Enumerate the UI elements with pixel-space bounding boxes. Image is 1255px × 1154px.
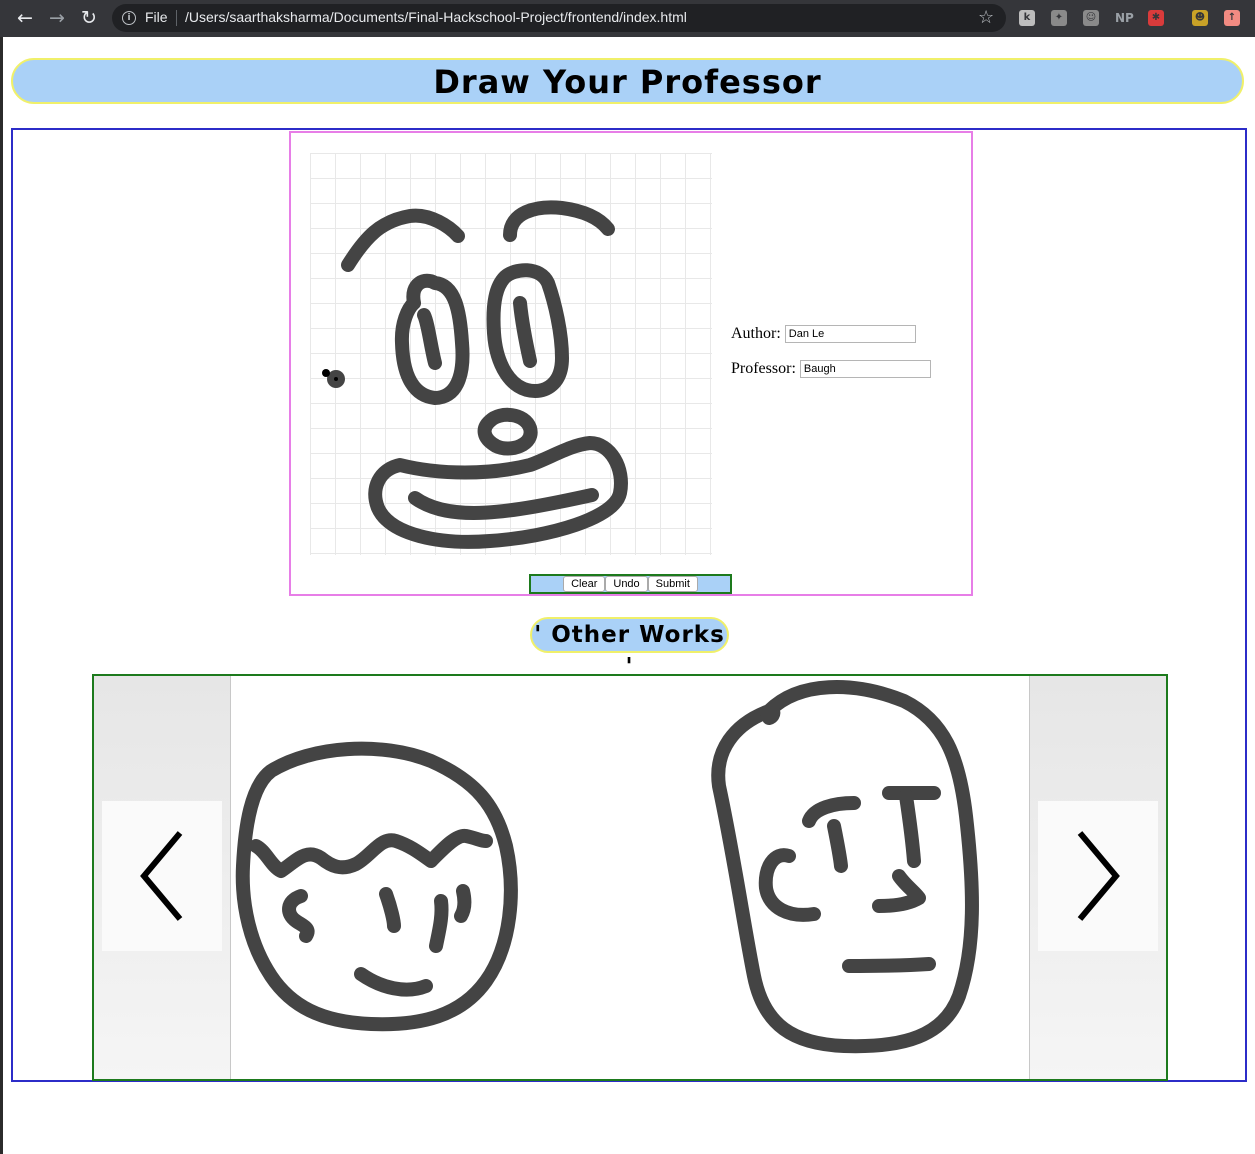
main-container: Author: Professor: ClearUndoSubmit ' Oth… — [11, 128, 1247, 1082]
chevron-right-button[interactable] — [1038, 801, 1158, 951]
ext-update-icon[interactable]: ↑ — [1224, 10, 1240, 26]
address-bar[interactable]: i File /Users/saarthaksharma/Documents/F… — [112, 4, 1006, 32]
canvas-drawing — [322, 200, 628, 549]
chevron-left-button[interactable] — [102, 801, 222, 951]
gallery-drawing-2 — [711, 680, 979, 1054]
ext-shield-icon[interactable]: ✱ — [1148, 10, 1164, 26]
page-header: Draw Your Professor — [11, 58, 1244, 104]
window-edge — [0, 37, 3, 1154]
chevron-left-icon — [140, 831, 183, 921]
submit-button[interactable]: Submit — [647, 576, 698, 592]
divider — [176, 10, 177, 26]
author-field: Author: — [731, 325, 916, 344]
chevron-right-icon — [1077, 831, 1120, 921]
arrow-left-icon[interactable]: ← — [13, 6, 37, 30]
other-works-title: ' Other Works ' — [534, 622, 725, 680]
author-label: Author: — [731, 325, 781, 342]
drawing-panel: Author: Professor: ClearUndoSubmit — [289, 131, 973, 596]
professor-input[interactable] — [799, 360, 931, 379]
url-text[interactable]: /Users/saarthaksharma/Documents/Final-Ha… — [185, 9, 687, 25]
star-icon[interactable]: ☆ — [978, 7, 994, 28]
ext-discord-icon[interactable]: ☺ — [1083, 10, 1099, 26]
carousel-next-control[interactable] — [1029, 676, 1166, 1079]
professor-label: Professor: — [731, 360, 796, 377]
arrow-right-icon[interactable]: → — [45, 6, 69, 30]
other-works-heading: ' Other Works ' — [530, 617, 729, 680]
browser-toolbar: ← → ↻ i File /Users/saarthaksharma/Docum… — [0, 0, 1255, 37]
ext-np-icon[interactable]: NP — [1115, 10, 1134, 26]
scheme-label: File — [145, 9, 168, 25]
ext-k-icon[interactable]: k — [1019, 10, 1035, 26]
undo-button[interactable]: Undo — [605, 576, 648, 592]
drawing-controls: Clear Undo Submit — [529, 574, 732, 594]
drawing-canvas[interactable] — [310, 153, 712, 555]
clear-button[interactable]: Clear — [563, 576, 606, 592]
professor-field: Professor: — [731, 360, 931, 379]
gallery-carousel — [92, 674, 1168, 1081]
page-title: Draw Your Professor — [433, 63, 822, 101]
gallery-drawing-1 — [235, 741, 518, 1032]
info-icon[interactable]: i — [122, 11, 136, 25]
ext-avatar-icon[interactable]: ☻ — [1192, 10, 1208, 26]
carousel-prev-control[interactable] — [94, 676, 231, 1079]
author-input[interactable] — [784, 325, 916, 344]
ext-paw-icon[interactable]: ✦ — [1051, 10, 1067, 26]
reload-icon[interactable]: ↻ — [77, 6, 101, 30]
